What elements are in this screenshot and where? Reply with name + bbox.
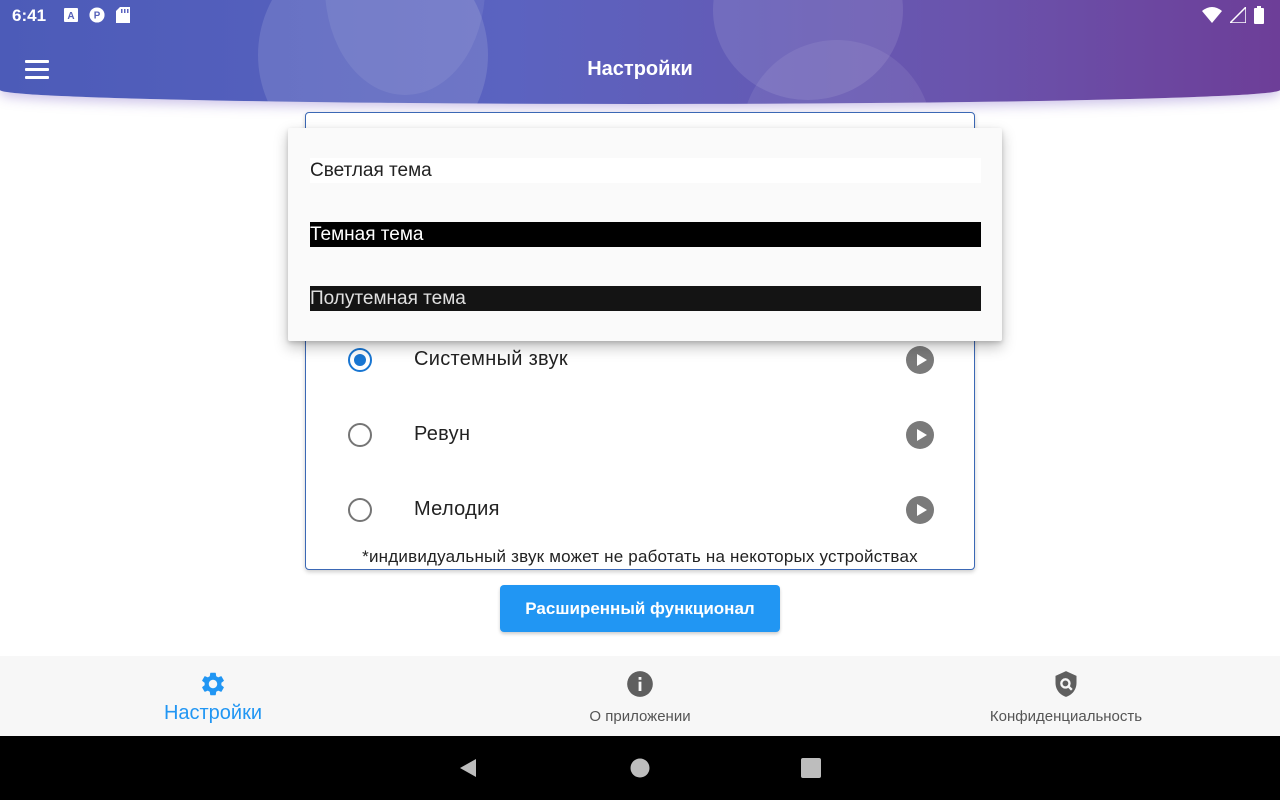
sound-radio-melody[interactable] (348, 498, 372, 522)
status-time: 6:41 (12, 6, 47, 25)
status-bar: 6:41 A P (0, 0, 1280, 32)
nav-item-about[interactable]: О приложении (427, 656, 853, 736)
a-badge-icon: A (63, 7, 79, 23)
recents-icon[interactable] (799, 756, 823, 780)
sound-option-label: Системный звук (414, 348, 568, 370)
play-icon[interactable] (906, 346, 934, 374)
back-icon[interactable] (456, 756, 480, 780)
home-icon[interactable] (628, 756, 652, 780)
privacy-shield-icon (1052, 670, 1080, 698)
sd-card-icon (115, 7, 131, 23)
app-bar: Настройки (0, 32, 1280, 104)
battery-icon (1254, 6, 1264, 29)
bottom-navigation: Настройки О приложении Конфиденциальност… (0, 656, 1280, 736)
sound-option-label: Мелодия (414, 498, 500, 520)
sound-radio-howler[interactable] (348, 423, 372, 447)
nav-label: Настройки (163, 702, 263, 724)
page-title: Настройки (587, 58, 693, 80)
nav-label: О приложении (589, 708, 691, 725)
status-notification-icons: A P (63, 7, 131, 23)
theme-dropdown-menu: Светлая тема Темная тема Полутемная тема (288, 128, 1002, 341)
theme-option-light[interactable]: Светлая тема (310, 158, 981, 183)
gear-icon (199, 670, 227, 698)
system-navigation-bar (0, 736, 1280, 800)
sound-radio-system[interactable] (348, 348, 372, 372)
sound-option-label: Ревун (414, 423, 471, 445)
nav-item-settings[interactable]: Настройки (0, 656, 426, 736)
nav-item-privacy[interactable]: Конфиденциальность (853, 656, 1279, 736)
status-system-icons (1202, 5, 1264, 29)
theme-option-dark[interactable]: Темная тема (310, 222, 981, 247)
sound-option-row[interactable]: Мелодия (306, 480, 974, 540)
play-icon[interactable] (906, 421, 934, 449)
signal-icon (1228, 5, 1247, 28)
svg-text:P: P (94, 11, 101, 22)
sound-option-row[interactable]: Ревун (306, 405, 974, 465)
p-badge-icon: P (89, 7, 105, 23)
nav-label: Конфиденциальность (989, 708, 1143, 725)
theme-option-semidark[interactable]: Полутемная тема (310, 286, 981, 311)
wifi-icon (1202, 7, 1222, 28)
svg-text:A: A (67, 11, 74, 22)
extended-features-button[interactable]: Расширенный функционал (500, 585, 780, 632)
play-icon[interactable] (906, 496, 934, 524)
info-icon (626, 670, 654, 698)
sound-note: *индивидуальный звук может не работать н… (362, 547, 918, 566)
